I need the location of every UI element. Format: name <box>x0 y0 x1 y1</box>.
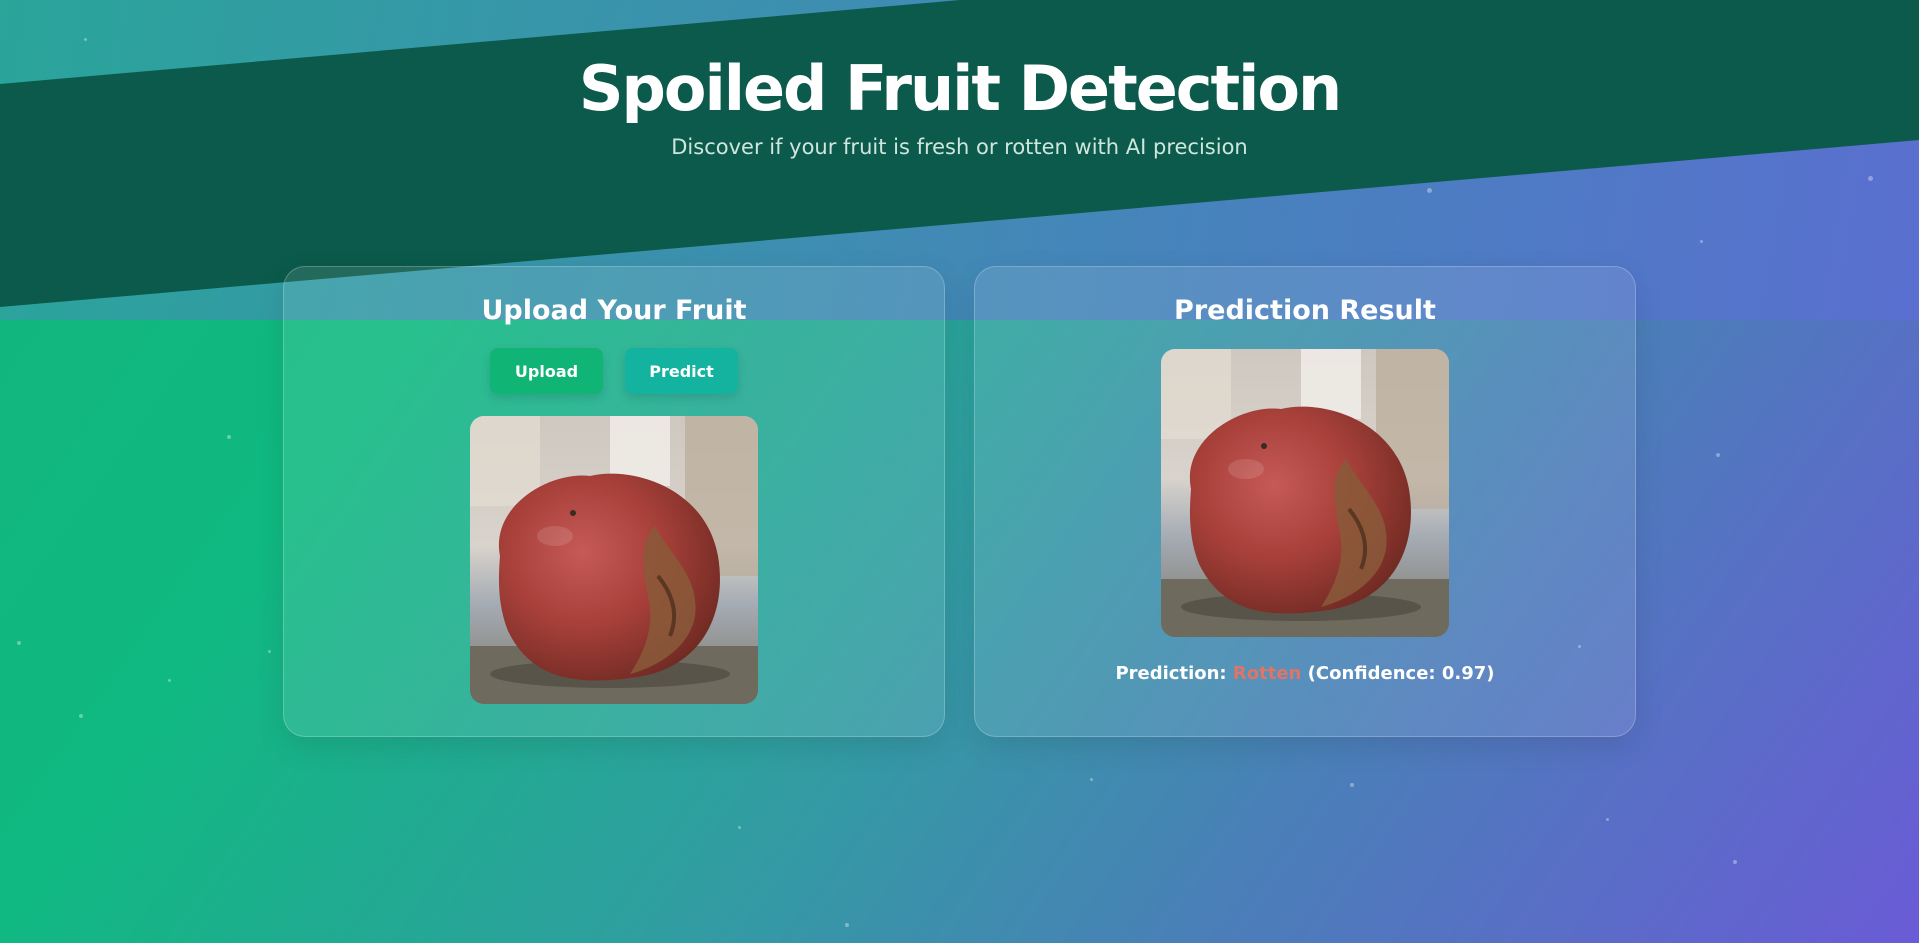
particle <box>168 679 171 682</box>
upload-button[interactable]: Upload <box>490 348 603 394</box>
result-card-title: Prediction Result <box>1174 295 1436 326</box>
particle <box>738 826 741 829</box>
particle <box>17 641 21 645</box>
upload-card: Upload Your Fruit Upload Predict <box>283 266 945 737</box>
predict-button[interactable]: Predict <box>625 348 738 394</box>
particle <box>227 435 231 439</box>
particle <box>79 714 83 718</box>
particle <box>1716 453 1720 457</box>
particle <box>1868 176 1873 181</box>
page-header: Spoiled Fruit Detection Discover if your… <box>0 52 1919 159</box>
particle <box>84 38 87 41</box>
prediction-confidence: (Confidence: 0.97) <box>1307 663 1495 684</box>
prediction-value: Rotten <box>1232 663 1302 684</box>
uploaded-fruit-image <box>470 416 758 704</box>
prediction-text: Prediction: Rotten (Confidence: 0.97) <box>975 663 1635 684</box>
particle <box>1700 240 1703 243</box>
particle <box>1606 818 1609 821</box>
prediction-prefix: Prediction: <box>1115 663 1227 684</box>
particle <box>1427 188 1432 193</box>
button-row: Upload Predict <box>284 348 944 394</box>
particle <box>1733 860 1737 864</box>
particle <box>1090 778 1093 781</box>
page-title: Spoiled Fruit Detection <box>578 52 1342 125</box>
upload-card-title: Upload Your Fruit <box>481 295 747 326</box>
particle <box>268 650 271 653</box>
result-card: Prediction Result Prediction: Rotten (Co… <box>974 266 1636 737</box>
page-subtitle: Discover if your fruit is fresh or rotte… <box>671 135 1248 159</box>
result-fruit-image <box>1161 349 1449 637</box>
particle <box>1350 783 1354 787</box>
particle <box>845 923 849 927</box>
